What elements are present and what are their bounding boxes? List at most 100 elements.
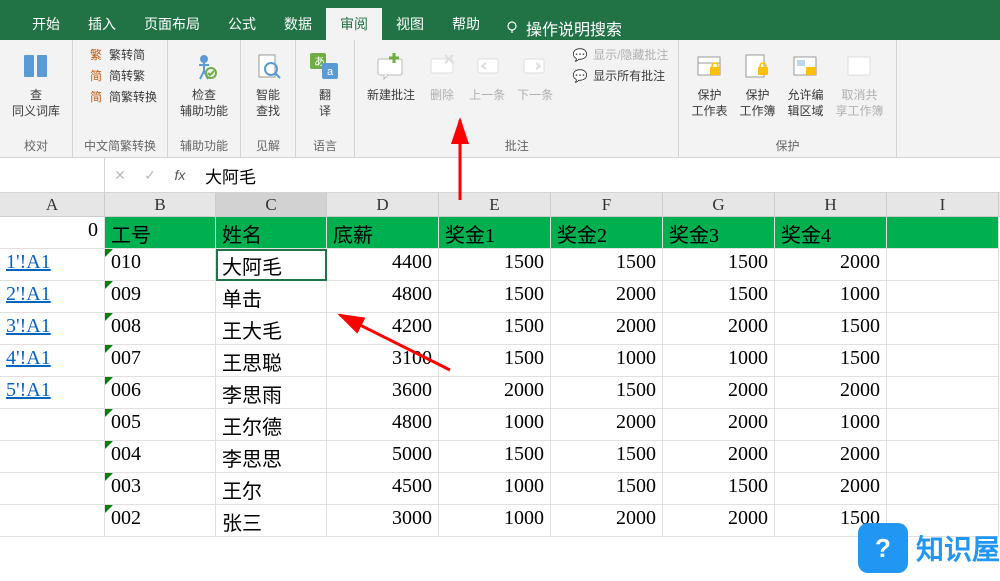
cell[interactable]: 工号	[105, 217, 216, 249]
cell[interactable]: 1000	[775, 409, 887, 441]
cell[interactable]: 1000	[551, 345, 663, 377]
new-comment-button[interactable]: 新建批注	[361, 44, 421, 106]
cell[interactable]: 1500	[439, 313, 551, 345]
col-C[interactable]: C	[216, 193, 327, 216]
cell[interactable]: 4200	[327, 313, 439, 345]
cell[interactable]: 张三	[216, 505, 327, 537]
cell[interactable]	[887, 249, 999, 281]
cell[interactable]: 2000	[663, 505, 775, 537]
col-H[interactable]: H	[775, 193, 887, 216]
name-box[interactable]	[0, 158, 105, 192]
cell[interactable]	[0, 473, 105, 505]
cell[interactable]: 1500	[439, 345, 551, 377]
cell[interactable]: 1500	[551, 377, 663, 409]
cell[interactable]: 009	[105, 281, 216, 313]
cell[interactable]: 1500	[439, 441, 551, 473]
cell[interactable]: 2000	[775, 377, 887, 409]
cell[interactable]: 1500	[439, 249, 551, 281]
cell[interactable]: 1000	[439, 505, 551, 537]
cell[interactable]: 3'!A1	[0, 313, 105, 345]
cell[interactable]	[0, 505, 105, 537]
cell[interactable]: 2000	[551, 313, 663, 345]
cell[interactable]: 1000	[775, 281, 887, 313]
cell[interactable]: 王大毛	[216, 313, 327, 345]
cell[interactable]	[887, 313, 999, 345]
cell[interactable]: 010	[105, 249, 216, 281]
cell[interactable]	[0, 441, 105, 473]
tab-review[interactable]: 审阅	[326, 8, 382, 40]
thesaurus-button[interactable]: 查同义词库	[6, 44, 66, 121]
cell[interactable]: 2'!A1	[0, 281, 105, 313]
cell[interactable]	[887, 409, 999, 441]
fx-icon[interactable]: fx	[165, 167, 195, 183]
col-G[interactable]: G	[663, 193, 775, 216]
cell[interactable]: 2000	[775, 249, 887, 281]
cell[interactable]: 3000	[327, 505, 439, 537]
cell[interactable]: 王尔德	[216, 409, 327, 441]
tab-insert[interactable]: 插入	[74, 8, 130, 40]
cell[interactable]: 2000	[775, 441, 887, 473]
cell[interactable]: 2000	[439, 377, 551, 409]
cell[interactable]: 4'!A1	[0, 345, 105, 377]
cell[interactable]: 2000	[551, 281, 663, 313]
cell[interactable]: 奖金1	[439, 217, 551, 249]
cell[interactable]: 4500	[327, 473, 439, 505]
show-all-comments-button[interactable]: 💬显示所有批注	[567, 65, 672, 86]
cell[interactable]: 2000	[775, 473, 887, 505]
convert-button[interactable]: 简简繁转换	[83, 86, 161, 107]
cell[interactable]: 007	[105, 345, 216, 377]
cell[interactable]	[887, 217, 999, 249]
cell[interactable]: 0	[0, 217, 105, 249]
cell[interactable]: 王尔	[216, 473, 327, 505]
cell[interactable]: 奖金4	[775, 217, 887, 249]
cell[interactable]: 2000	[551, 409, 663, 441]
cell[interactable]: 2000	[663, 409, 775, 441]
cell[interactable]	[887, 345, 999, 377]
cell[interactable]: 002	[105, 505, 216, 537]
column-headers[interactable]: A B C D E F G H I	[0, 193, 1000, 217]
cell[interactable]: 底薪	[327, 217, 439, 249]
cell[interactable]: 003	[105, 473, 216, 505]
tell-me-search[interactable]: 操作说明搜索	[504, 16, 622, 40]
cell[interactable]: 4400	[327, 249, 439, 281]
translate-button[interactable]: あa 翻 译	[302, 44, 348, 121]
col-I[interactable]: I	[887, 193, 999, 216]
tab-data[interactable]: 数据	[270, 8, 326, 40]
tab-formulas[interactable]: 公式	[214, 8, 270, 40]
cell[interactable]: 姓名	[216, 217, 327, 249]
cell[interactable]: 3100	[327, 345, 439, 377]
allow-edit-ranges-button[interactable]: 允许编 辑区域	[781, 44, 829, 121]
cell[interactable]: 1500	[551, 249, 663, 281]
cell[interactable]: 006	[105, 377, 216, 409]
cell[interactable]: 李思雨	[216, 377, 327, 409]
cell[interactable]: 004	[105, 441, 216, 473]
cell[interactable]: 奖金3	[663, 217, 775, 249]
cell[interactable]	[887, 441, 999, 473]
formula-input[interactable]: 大阿毛	[195, 163, 1000, 188]
col-F[interactable]: F	[551, 193, 663, 216]
cell[interactable]: 2000	[551, 505, 663, 537]
cell[interactable]: 1500	[663, 281, 775, 313]
cell[interactable]: 008	[105, 313, 216, 345]
cell[interactable]: 5000	[327, 441, 439, 473]
cell[interactable]: 奖金2	[551, 217, 663, 249]
cell[interactable]: 大阿毛	[216, 249, 327, 281]
smart-lookup-button[interactable]: 智能 查找	[247, 44, 289, 121]
col-E[interactable]: E	[439, 193, 551, 216]
cell[interactable]: 1000	[439, 473, 551, 505]
grid-rows[interactable]: 0 工号 姓名 底薪 奖金1 奖金2 奖金3 奖金4 1'!A1 010 大阿毛…	[0, 217, 1000, 537]
simp-to-trad-button[interactable]: 简简转繁	[83, 65, 161, 86]
col-A[interactable]: A	[0, 193, 105, 216]
cell[interactable]: 1500	[663, 473, 775, 505]
col-D[interactable]: D	[327, 193, 439, 216]
tab-home[interactable]: 开始	[18, 8, 74, 40]
cell[interactable]	[887, 377, 999, 409]
spreadsheet[interactable]: A B C D E F G H I 0 工号 姓名 底薪 奖金1 奖金2 奖金3…	[0, 193, 1000, 537]
cell[interactable]: 1500	[775, 345, 887, 377]
cell[interactable]: 1000	[439, 409, 551, 441]
cell[interactable]: 2000	[663, 313, 775, 345]
cell[interactable]	[0, 409, 105, 441]
cell[interactable]: 2000	[663, 441, 775, 473]
cell[interactable]: 2000	[663, 377, 775, 409]
cell[interactable]: 5'!A1	[0, 377, 105, 409]
